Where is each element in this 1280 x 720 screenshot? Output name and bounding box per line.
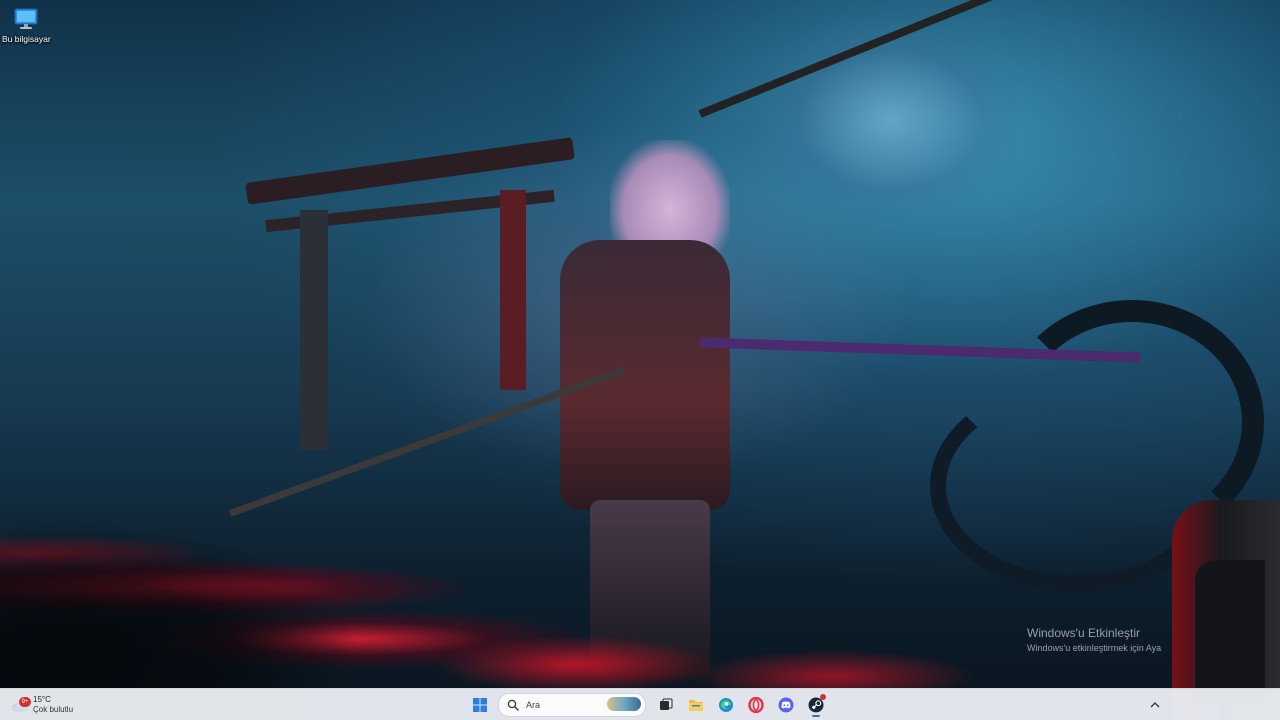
wallpaper-figure-body: [560, 240, 730, 510]
weather-temperature: 15°C: [33, 695, 51, 704]
notification-dot: [820, 694, 826, 700]
desktop-icon-label: Bu bilgisayar: [2, 34, 51, 44]
search-icon: [507, 699, 519, 711]
search-highlight-image: [607, 697, 641, 711]
search-box[interactable]: Ara: [498, 693, 646, 717]
opera-icon: [748, 697, 764, 713]
edge-button[interactable]: [712, 692, 740, 718]
cloud-icon: 9+: [10, 697, 31, 713]
discord-icon: [778, 697, 794, 713]
active-app-indicator: [812, 715, 820, 717]
desktop-icon-this-pc[interactable]: Bu bilgisayar: [2, 4, 51, 44]
windows-start-icon: [473, 698, 487, 712]
opera-button[interactable]: [742, 692, 770, 718]
wallpaper-torii-post: [500, 190, 526, 390]
activation-watermark: Windows'u Etkinleştir Windows'u etkinleş…: [1027, 626, 1161, 653]
discord-button[interactable]: [772, 692, 800, 718]
taskbar: 9+ 15°C Çok bulutlu Ara: [0, 688, 1280, 720]
task-view-button[interactable]: [652, 692, 680, 718]
edge-icon: [719, 698, 733, 712]
task-view-icon: [660, 698, 673, 710]
chevron-up-icon: [1150, 702, 1160, 708]
steam-button[interactable]: [802, 692, 830, 718]
wallpaper-torii-post: [300, 210, 328, 450]
weather-condition: Çok bulutlu: [33, 705, 74, 714]
notification-badge: 9+: [19, 697, 31, 707]
wallpaper-chair-overlay: [1195, 560, 1265, 700]
search-placeholder: Ara: [526, 700, 541, 710]
weather-widget[interactable]: 9+ 15°C Çok bulutlu: [10, 692, 73, 718]
file-explorer-button[interactable]: [682, 692, 710, 718]
start-button[interactable]: [466, 692, 494, 718]
folder-icon: [689, 700, 703, 711]
desktop: Bu bilgisayar Windows'u Etkinleştir Wind…: [0, 0, 1280, 720]
weather-text: 15°C Çok bulutlu: [33, 695, 73, 715]
activation-title: Windows'u Etkinleştir: [1027, 626, 1140, 640]
monitor-icon: [14, 8, 38, 29]
activation-subtitle: Windows'u etkinleştirmek için Aya: [1027, 643, 1162, 653]
show-hidden-icons-button[interactable]: [1146, 695, 1164, 715]
taskbar-center: Ara: [466, 692, 832, 718]
wallpaper-statue: [760, 20, 1020, 220]
